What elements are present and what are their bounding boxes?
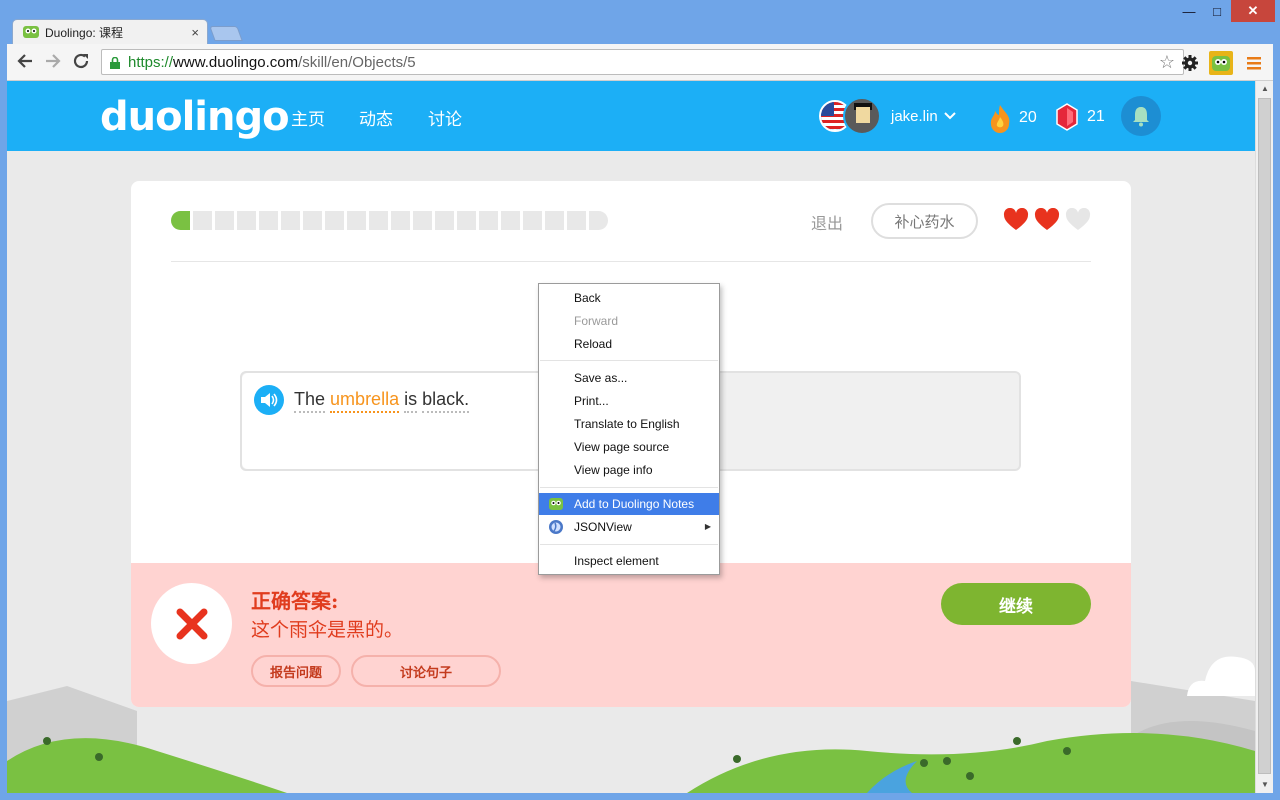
report-problem-button[interactable]: 报告问题 bbox=[251, 655, 341, 687]
streak-counter[interactable]: 20 bbox=[987, 103, 1037, 133]
duolingo-extension-icon[interactable] bbox=[1209, 51, 1233, 75]
browser-tab[interactable]: Duolingo: 课程 × bbox=[12, 19, 208, 44]
tab-close-icon[interactable]: × bbox=[191, 25, 199, 40]
url-scheme: https:// bbox=[128, 53, 174, 71]
word-hint[interactable]: is bbox=[404, 389, 418, 413]
maximize-button[interactable]: □ bbox=[1203, 0, 1231, 22]
menu-separator bbox=[540, 360, 718, 361]
lingot-gem-icon bbox=[1056, 103, 1078, 131]
menu-item-save-as[interactable]: Save as... bbox=[539, 367, 719, 389]
nav-discussion[interactable]: 讨论 bbox=[428, 105, 462, 130]
discuss-sentence-button[interactable]: 讨论句子 bbox=[351, 655, 501, 687]
url-path: /skill/en/Objects/5 bbox=[298, 53, 416, 71]
username: jake.lin bbox=[891, 107, 938, 125]
menu-hamburger-icon[interactable] bbox=[1242, 51, 1266, 75]
heart-full-icon bbox=[1034, 208, 1060, 230]
menu-item-page-info[interactable]: View page info bbox=[539, 459, 719, 481]
submenu-arrow-icon: ▶ bbox=[704, 522, 711, 531]
menu-item-reload[interactable]: Reload bbox=[539, 333, 719, 355]
heart-empty-icon bbox=[1065, 208, 1091, 230]
duolingo-favicon-icon bbox=[23, 26, 39, 38]
lesson-progress-bar bbox=[171, 211, 608, 230]
lingots-counter[interactable]: 21 bbox=[1055, 103, 1105, 131]
lingots-count: 21 bbox=[1087, 108, 1105, 125]
speaker-icon[interactable] bbox=[254, 385, 284, 415]
menu-separator bbox=[540, 544, 718, 545]
reload-icon[interactable] bbox=[71, 52, 91, 72]
menu-item-back[interactable]: Back bbox=[539, 287, 719, 309]
correct-answer-text: 这个雨伞是黑的。 bbox=[251, 619, 404, 641]
vertical-scrollbar[interactable]: ▲ ▼ bbox=[1255, 81, 1273, 793]
jsonview-icon bbox=[548, 519, 564, 535]
menu-item-inspect[interactable]: Inspect element bbox=[539, 550, 719, 572]
lock-icon bbox=[110, 56, 120, 69]
duolingo-owl-icon bbox=[548, 496, 564, 512]
context-menu: Back Forward Reload Save as... Print... … bbox=[538, 283, 720, 575]
address-bar[interactable]: https://www.duolingo.com/skill/en/Object… bbox=[101, 49, 1184, 75]
heart-refill-button[interactable]: 补心药水 bbox=[871, 203, 978, 239]
menu-item-label: JSONView bbox=[574, 520, 632, 534]
notifications-button[interactable] bbox=[1121, 96, 1161, 136]
bookmark-star-icon[interactable]: ☆ bbox=[1159, 52, 1175, 73]
menu-item-view-source[interactable]: View page source bbox=[539, 436, 719, 458]
word-hint[interactable]: black. bbox=[422, 389, 470, 413]
menu-item-label: Add to Duolingo Notes bbox=[574, 497, 695, 511]
word-hint-new[interactable]: umbrella bbox=[330, 389, 400, 413]
cloud-illustration bbox=[1187, 656, 1255, 696]
user-menu[interactable]: jake.lin bbox=[819, 97, 956, 135]
minimize-button[interactable]: — bbox=[1175, 0, 1203, 22]
tab-title: Duolingo: 课程 bbox=[45, 25, 124, 40]
url-host: www.duolingo.com bbox=[173, 53, 299, 71]
forward-arrow-icon[interactable] bbox=[43, 52, 63, 72]
word-hint[interactable]: The bbox=[294, 389, 326, 413]
streak-count: 20 bbox=[1019, 109, 1037, 126]
nav-home[interactable]: 主页 bbox=[291, 105, 325, 130]
menu-separator bbox=[540, 487, 718, 488]
incorrect-x-icon bbox=[151, 583, 232, 664]
flame-icon bbox=[990, 105, 1010, 133]
bell-icon bbox=[1133, 107, 1149, 127]
scrollbar-thumb[interactable] bbox=[1258, 98, 1271, 774]
new-tab-button[interactable] bbox=[209, 26, 243, 41]
back-arrow-icon[interactable] bbox=[15, 52, 35, 72]
browser-toolbar: https://www.duolingo.com/skill/en/Object… bbox=[7, 44, 1273, 81]
hearts-remaining bbox=[1003, 208, 1091, 232]
heart-full-icon bbox=[1003, 208, 1029, 230]
menu-item-forward[interactable]: Forward bbox=[539, 310, 719, 332]
header-divider bbox=[171, 261, 1091, 262]
prompt-sentence: The umbrella is black. bbox=[294, 389, 470, 413]
site-header: duolingo 主页 动态 讨论 jake.lin 20 21 bbox=[7, 81, 1255, 151]
scroll-up-arrow-icon[interactable]: ▲ bbox=[1256, 81, 1274, 97]
continue-button[interactable]: 继续 bbox=[941, 583, 1091, 625]
menu-item-print[interactable]: Print... bbox=[539, 390, 719, 412]
quit-link[interactable]: 退出 bbox=[811, 210, 843, 234]
duolingo-logo[interactable]: duolingo bbox=[100, 94, 290, 140]
incorrect-feedback-panel: 正确答案: 这个雨伞是黑的。 报告问题 讨论句子 继续 bbox=[131, 563, 1131, 707]
nav-activity[interactable]: 动态 bbox=[359, 105, 393, 130]
close-window-button[interactable]: ✕ bbox=[1231, 0, 1275, 22]
avatar bbox=[843, 97, 881, 135]
scroll-down-arrow-icon[interactable]: ▼ bbox=[1256, 777, 1274, 793]
gear-icon[interactable] bbox=[1178, 51, 1202, 75]
menu-item-add-duolingo-notes[interactable]: Add to Duolingo Notes bbox=[539, 493, 719, 515]
menu-item-jsonview[interactable]: JSONView ▶ bbox=[539, 516, 719, 538]
correct-answer-heading: 正确答案: bbox=[251, 589, 339, 613]
window-titlebar: Duolingo: 课程 × — □ ✕ bbox=[0, 0, 1280, 44]
menu-item-translate[interactable]: Translate to English bbox=[539, 413, 719, 435]
chevron-down-icon bbox=[943, 109, 956, 123]
